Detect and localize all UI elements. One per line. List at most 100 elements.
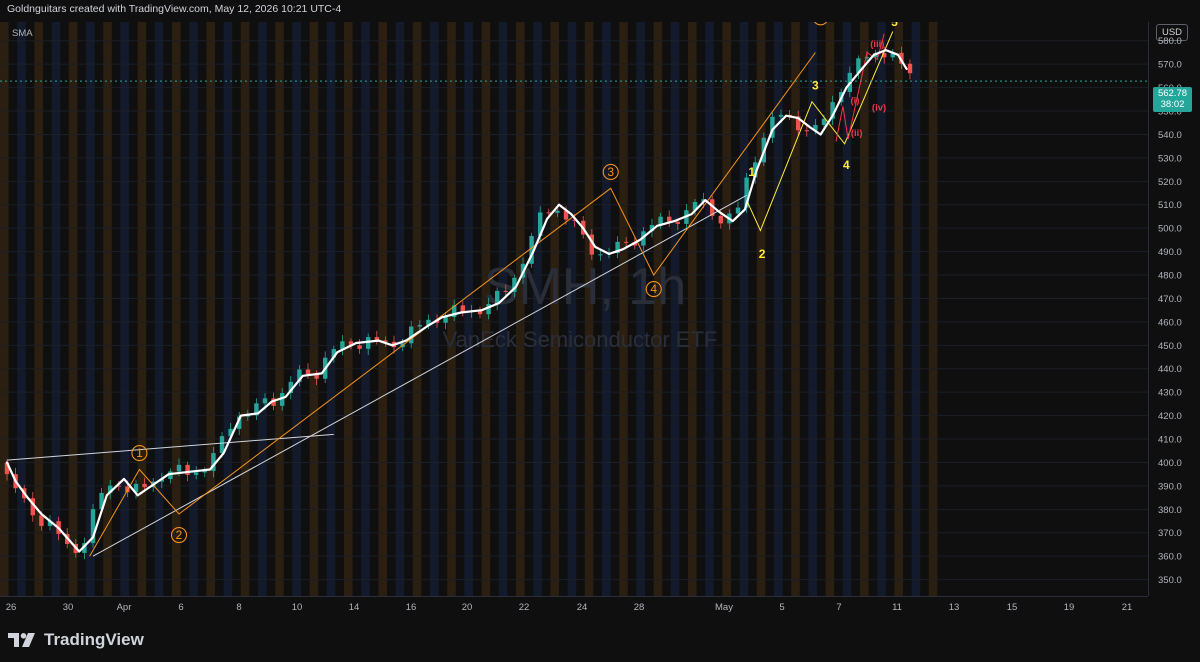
session-band [68,22,78,596]
candle-body [503,290,508,292]
last-price-value: 562.78 [1157,88,1188,99]
session-band [911,22,921,596]
wave-label: 1 [748,165,755,179]
wave-label: 2 [176,528,183,542]
session-band [361,22,370,596]
session-band [430,22,439,596]
time-tick-label: 11 [892,602,902,613]
price-tick-label: 540.0 [1158,130,1182,141]
time-tick-label: 14 [349,602,360,613]
candle-body [718,215,723,224]
session-band [51,22,61,596]
candle-body [778,114,784,117]
trendlines [6,194,747,557]
publisher-header: Goldnguitars created with TradingView.co… [7,3,342,15]
indicator-label-sma[interactable]: SMA [12,28,33,39]
wave-label: (i) [850,95,859,106]
time-tick-label: Apr [117,602,132,613]
candle-body [907,63,913,74]
price-tick-label: 520.0 [1158,177,1182,188]
wave-label: 3 [812,78,819,92]
session-band [705,22,714,596]
session-band [739,22,749,596]
price-tick-label: 460.0 [1158,317,1182,328]
wave-label: 5 [817,22,824,24]
time-tick-label: 15 [1007,602,1018,613]
price-tick-label: 480.0 [1158,271,1182,282]
price-tick-label: 430.0 [1158,388,1182,399]
price-tick-label: 450.0 [1158,341,1182,352]
session-band [928,22,938,596]
price-tick-label: 420.0 [1158,411,1182,422]
session-band [292,22,301,596]
session-band [756,22,766,596]
candle-body [176,464,182,472]
price-tick-label: 580.0 [1158,36,1182,47]
price-tick-label: 500.0 [1158,224,1182,235]
session-band [894,22,903,596]
wave-label: 5 [891,22,898,29]
wave-label: 3 [607,165,614,179]
time-tick-label: 8 [236,602,241,613]
candle-body [675,221,680,224]
plot-area[interactable]: SMH, 1h VanEck Semiconductor ETF 1 2 3 4 5 1 2… [0,22,1148,596]
time-tick-label: May [715,602,733,613]
price-tick-label: 360.0 [1158,552,1182,563]
session-band [17,22,26,596]
price-tick-label: 410.0 [1158,435,1182,446]
session-band [395,22,405,596]
time-tick-label: 30 [63,602,74,613]
session-band [120,22,129,596]
time-tick-label: 22 [519,602,530,613]
tradingview-logo[interactable]: TradingView [8,630,144,650]
session-band [275,22,284,596]
last-price-badge: 562.78 38:02 [1153,87,1192,112]
time-tick-label: 6 [178,602,183,613]
session-band [842,22,852,596]
price-tick-label: 400.0 [1158,458,1182,469]
session-band [154,22,164,596]
chart-frame: Goldnguitars created with TradingView.co… [0,0,1200,662]
session-band [309,22,319,596]
time-tick-label: 10 [292,602,303,613]
session-band [0,22,9,596]
price-tick-label: 350.0 [1158,575,1182,586]
time-tick-label: 21 [1122,602,1133,613]
wave-label: (ii) [851,128,863,139]
price-tick-label: 440.0 [1158,364,1182,375]
watermark: SMH, 1h VanEck Semiconductor ETF [443,258,718,352]
candle-body [142,483,147,488]
candle-body [546,212,551,214]
candle-body [305,369,311,375]
candle-body [460,305,465,312]
session-bands [0,22,938,596]
wave-label: (iv) [872,102,886,113]
time-tick-label: 7 [836,602,841,613]
time-tick-label: 28 [634,602,645,613]
time-axis[interactable]: 26 30 Apr 6 8 10 14 16 20 22 24 28 May 5 7 11 13 15 19 21 [0,596,1148,618]
wave-label: 4 [650,282,657,296]
candle-body [262,398,268,404]
wave-label: 2 [759,247,766,261]
watermark-name: VanEck Semiconductor ETF [443,327,718,352]
price-tick-label: 570.0 [1158,60,1182,71]
price-tick-label: 470.0 [1158,294,1182,305]
session-band [378,22,387,596]
wave-label: (iii) [870,39,884,50]
candle-body [39,515,44,526]
tradingview-wordmark: TradingView [44,630,144,649]
session-band [722,22,731,596]
session-band [791,22,800,596]
session-band [688,22,697,596]
time-tick-label: 20 [462,602,473,613]
time-tick-label: 16 [406,602,417,613]
candle-body [555,210,560,213]
time-tick-label: 24 [577,602,588,613]
session-band [103,22,112,596]
candle-body [194,472,199,475]
price-chart[interactable]: SMH, 1h VanEck Semiconductor ETF 1 2 3 4 5 1 2… [0,22,1148,596]
price-tick-label: 380.0 [1158,505,1182,516]
candle-body [417,325,422,327]
price-tick-label: 530.0 [1158,153,1182,164]
time-tick-label: 19 [1064,602,1075,613]
